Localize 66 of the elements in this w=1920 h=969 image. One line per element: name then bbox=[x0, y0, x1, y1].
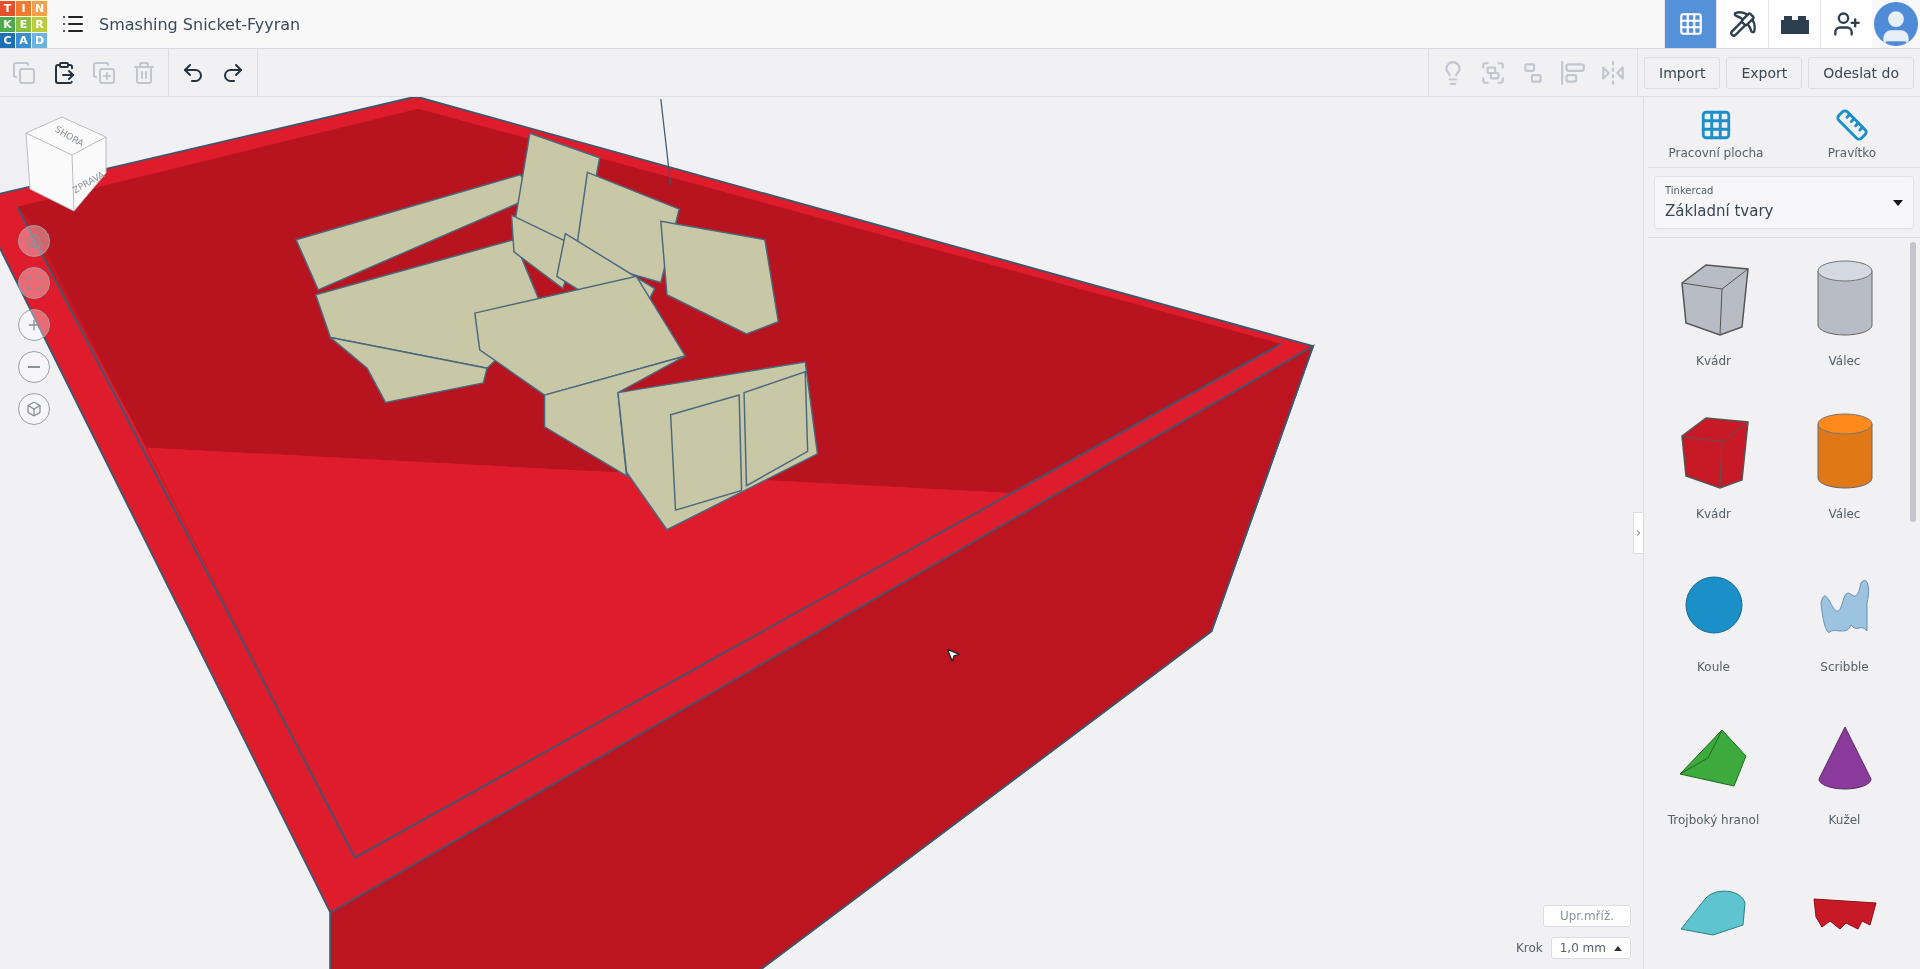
pickaxe-icon bbox=[1728, 10, 1757, 38]
zoom-in-button[interactable] bbox=[18, 309, 50, 341]
collapse-panel-button[interactable] bbox=[1633, 512, 1643, 554]
grid-icon bbox=[1677, 11, 1704, 37]
grid-icon bbox=[1699, 108, 1733, 142]
logo-letter: I bbox=[16, 0, 31, 16]
sphere-shape-icon bbox=[1683, 575, 1744, 635]
perspective-button[interactable] bbox=[18, 393, 50, 425]
logo-letter: A bbox=[16, 32, 31, 48]
toolbar-button[interactable]: Import bbox=[1644, 56, 1721, 89]
home-button[interactable] bbox=[18, 225, 50, 257]
logo-letter: T bbox=[0, 0, 15, 16]
copy-icon bbox=[12, 60, 36, 85]
shape-label[interactable]: Kvádr bbox=[1696, 507, 1731, 521]
logo-letter: D bbox=[32, 32, 47, 48]
cube-icon bbox=[26, 401, 42, 417]
cone-shape-icon bbox=[1816, 725, 1873, 791]
frame-icon bbox=[26, 275, 42, 291]
shape-label[interactable]: Trojboký hranol bbox=[1667, 813, 1760, 827]
duplicate-icon bbox=[92, 60, 116, 85]
edit-grid-button[interactable]: Upr.mříž. bbox=[1542, 905, 1631, 927]
logo-letter: K bbox=[0, 16, 15, 32]
pickaxe-mode-tab[interactable] bbox=[1716, 0, 1768, 48]
logo-letter: E bbox=[16, 16, 31, 32]
shape-library-dropdown[interactable]: Tinkercad Základní tvary bbox=[1654, 176, 1914, 229]
chevron-right-icon bbox=[1634, 527, 1643, 539]
align-icon bbox=[1560, 59, 1586, 86]
library-caption: Tinkercad bbox=[1665, 185, 1715, 196]
cylinder-shape-icon bbox=[1814, 259, 1875, 339]
home-icon bbox=[26, 233, 42, 249]
zoom-out-button[interactable] bbox=[18, 351, 50, 383]
caret-icon bbox=[1614, 945, 1622, 951]
trash-icon bbox=[132, 60, 156, 85]
caret-icon bbox=[1893, 199, 1903, 206]
minus-icon bbox=[28, 366, 40, 368]
mouse-cursor-icon bbox=[945, 647, 961, 663]
shape-label[interactable]: Válec bbox=[1828, 354, 1861, 368]
scrollbar-thumb[interactable] bbox=[1910, 242, 1916, 522]
cylinder-shape-icon bbox=[1814, 412, 1875, 492]
toolbar-button[interactable]: Odeslat do bbox=[1808, 56, 1914, 89]
logo-letter: C bbox=[0, 32, 15, 48]
shape-label[interactable]: Scribble bbox=[1820, 660, 1869, 674]
brick-icon bbox=[1780, 14, 1809, 34]
logo-letter: N bbox=[32, 0, 47, 16]
paste-icon bbox=[52, 60, 76, 85]
library-value: Základní tvary bbox=[1665, 202, 1775, 220]
toolbar-button[interactable]: Export bbox=[1726, 56, 1803, 89]
fit-button[interactable] bbox=[18, 267, 50, 299]
logo-icon[interactable]: T I N K E R C A D bbox=[0, 0, 47, 48]
shape-label[interactable]: Koule bbox=[1697, 660, 1730, 674]
logo-letter: R bbox=[32, 16, 47, 32]
shape-label[interactable]: Válec bbox=[1828, 507, 1861, 521]
plus-icon bbox=[26, 317, 42, 333]
add-user-button[interactable] bbox=[1820, 0, 1872, 48]
group-icon bbox=[1480, 59, 1506, 86]
user-plus-icon bbox=[1832, 10, 1861, 38]
snap-label: Krok bbox=[1515, 941, 1543, 955]
shape-label[interactable]: Kužel bbox=[1828, 813, 1861, 827]
brick-mode-tab[interactable] bbox=[1768, 0, 1820, 48]
ruler-button[interactable]: Pravítko bbox=[1784, 107, 1920, 161]
snap-select[interactable]: 1,0 mm bbox=[1550, 937, 1631, 959]
workplane-button[interactable]: Pracovní plocha bbox=[1648, 107, 1784, 161]
mirror-icon bbox=[1600, 59, 1626, 86]
ruler-icon bbox=[1835, 108, 1869, 142]
shape-label[interactable]: Kvádr bbox=[1696, 354, 1731, 368]
design-title[interactable]: Smashing Snicket-Fyyran bbox=[99, 14, 301, 34]
